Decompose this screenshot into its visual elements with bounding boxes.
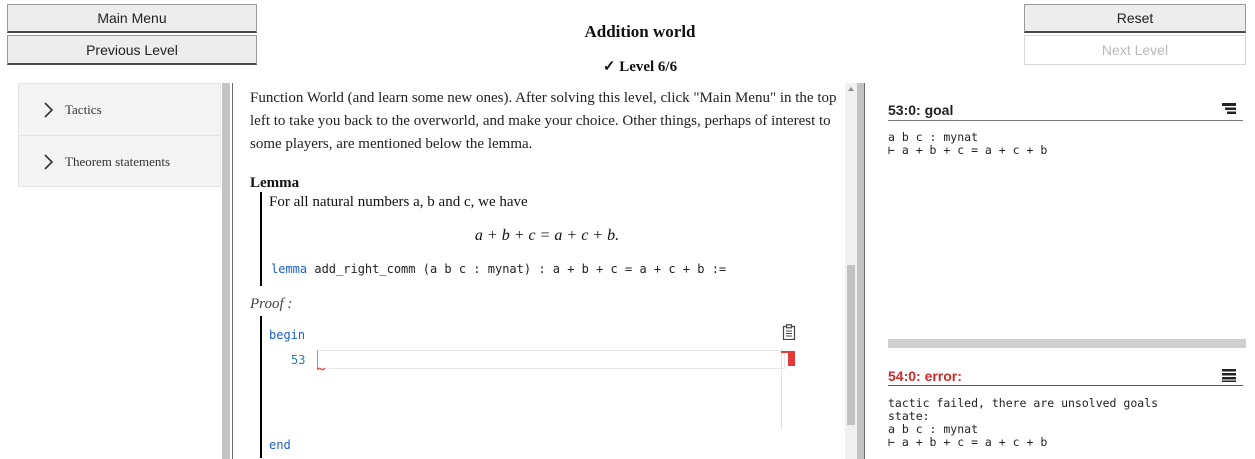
editor-scrollbar[interactable] — [781, 348, 782, 430]
infoview-panel: 53:0: goal a b c : mynat ⊢ a + b + c = a… — [864, 83, 1255, 459]
chevron-right-icon — [44, 101, 54, 118]
level-content: Function World (and learn some new ones)… — [232, 83, 844, 459]
sidebar: Tactics Theorem statements — [18, 83, 221, 187]
clipboard-icon[interactable] — [782, 324, 796, 340]
sidebar-item-tactics[interactable]: Tactics — [19, 84, 220, 136]
world-title: Addition world — [584, 22, 696, 41]
proof-end-keyword: end — [269, 438, 291, 452]
goal-divider — [888, 120, 1243, 121]
lemma-block: For all natural numbers a, b and c, we h… — [260, 192, 830, 286]
sidebar-item-label: Tactics — [65, 101, 102, 117]
left-splitter[interactable] — [222, 83, 230, 459]
sidebar-item-theorem-statements[interactable]: Theorem statements — [19, 136, 220, 188]
scroll-up-arrow-icon[interactable] — [848, 87, 854, 91]
lemma-code: lemma add_right_comm (a b c : mynat) : a… — [271, 262, 726, 276]
chevron-right-icon — [44, 154, 54, 170]
filter-icon[interactable] — [1222, 102, 1236, 116]
error-divider — [888, 385, 1243, 386]
next-level-button[interactable]: Next Level — [1024, 35, 1246, 65]
right-splitter[interactable] — [857, 83, 864, 459]
proof-begin-keyword: begin — [269, 328, 306, 342]
goal-title: 53:0: goal — [888, 102, 954, 118]
lemma-keyword: lemma — [271, 262, 308, 276]
lemma-signature: add_right_comm (a b c : mynat) : a + b +… — [307, 262, 727, 276]
list-icon[interactable] — [1222, 368, 1236, 382]
proof-editor[interactable]: 53 — [269, 348, 787, 430]
content-scrollbar[interactable] — [845, 83, 857, 459]
error-squiggle-icon — [317, 367, 325, 371]
editor-line-number: 53 — [291, 353, 306, 367]
editor-input-line[interactable] — [317, 350, 785, 369]
proof-label: Proof : — [250, 296, 293, 312]
level-description: Function World (and learn some new ones)… — [250, 90, 837, 152]
error-title: 54:0: error: — [888, 368, 962, 384]
lemma-heading: Lemma — [250, 175, 300, 191]
reset-button[interactable]: Reset — [1024, 4, 1246, 33]
sidebar-item-label: Theorem statements — [65, 154, 171, 169]
main-menu-button[interactable]: Main Menu — [7, 4, 257, 33]
pane-divider[interactable] — [888, 339, 1246, 348]
lemma-equation: a + b + c = a + c + b. — [474, 227, 620, 244]
level-label: ✓ Level 6/6 — [602, 59, 678, 75]
error-message: tactic failed, there are unsolved goals … — [888, 396, 1159, 449]
scrollbar-thumb[interactable] — [847, 265, 855, 425]
error-gutter-marker — [788, 351, 795, 366]
proof-bar — [260, 316, 262, 458]
previous-level-button[interactable]: Previous Level — [7, 35, 257, 65]
lemma-statement: For all natural numbers a, b and c, we h… — [269, 194, 528, 210]
goal-state: a b c : mynat ⊢ a + b + c = a + c + b — [888, 130, 1048, 157]
